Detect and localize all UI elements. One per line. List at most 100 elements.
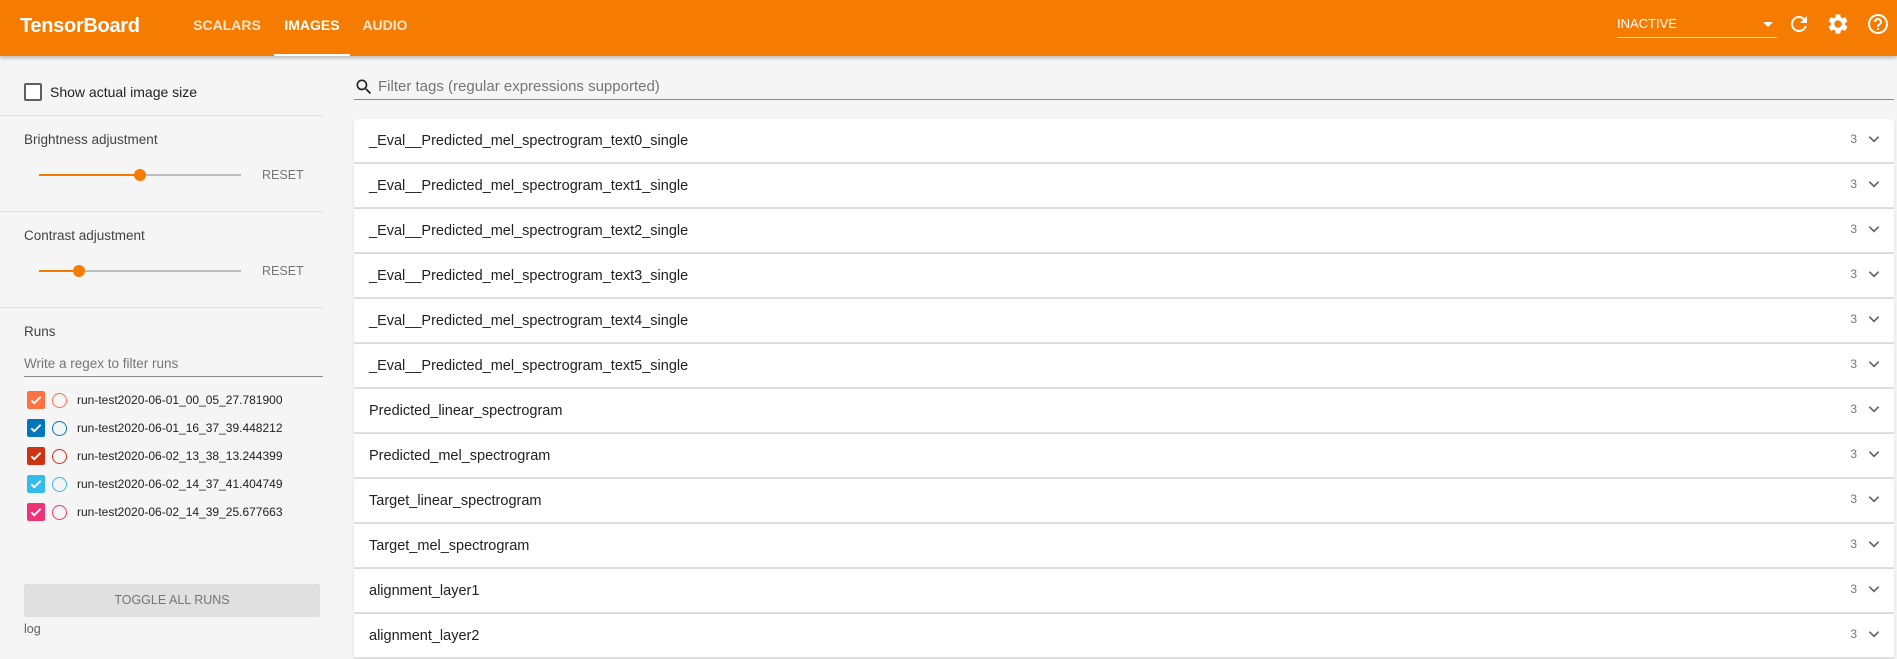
tag-category-card[interactable]: _Eval__Predicted_mel_spectrogram_text0_s… <box>354 119 1894 163</box>
slider-fill <box>39 174 140 176</box>
chevron-down-icon[interactable] <box>1866 491 1882 507</box>
chevron-down-icon[interactable] <box>1866 536 1882 552</box>
run-checkbox[interactable] <box>27 391 45 409</box>
chevron-down-icon[interactable] <box>1866 176 1882 192</box>
tag-count: 3 <box>1850 177 1857 191</box>
tag-count: 3 <box>1850 132 1857 146</box>
tab-label: SCALARS <box>193 17 261 33</box>
tag-category-card[interactable]: _Eval__Predicted_mel_spectrogram_text2_s… <box>354 209 1894 253</box>
chevron-down-icon[interactable] <box>1866 356 1882 372</box>
checkbox-label: Show actual image size <box>50 84 198 100</box>
tag-category-card[interactable]: _Eval__Predicted_mel_spectrogram_text1_s… <box>354 164 1894 208</box>
check-icon <box>30 396 42 405</box>
app-title: TensorBoard <box>20 15 140 37</box>
tag-name: Target_linear_spectrogram <box>369 493 542 509</box>
runs-filter-input[interactable]: Write a regex to filter runs <box>24 355 323 377</box>
tag-count: 3 <box>1850 627 1857 641</box>
run-item[interactable]: run-test2020-06-02_14_39_25.677663 <box>27 502 283 522</box>
tag-category-card[interactable]: Target_mel_spectrogram 3 <box>354 524 1894 568</box>
run-color-circle[interactable] <box>52 448 67 464</box>
run-name: run-test2020-06-02_13_38_13.244399 <box>77 449 283 463</box>
tab-label: AUDIO <box>362 17 408 33</box>
tag-name: _Eval__Predicted_mel_spectrogram_text3_s… <box>369 268 689 284</box>
run-item[interactable]: run-test2020-06-01_16_37_39.448212 <box>27 418 283 438</box>
tag-name: _Eval__Predicted_mel_spectrogram_text2_s… <box>369 223 689 239</box>
tag-name: Predicted_mel_spectrogram <box>369 448 551 464</box>
chevron-down-icon[interactable] <box>1866 221 1882 237</box>
tag-count: 3 <box>1850 402 1857 416</box>
dropdown-arrow-icon <box>1763 22 1773 27</box>
active-tab-indicator <box>274 54 350 56</box>
brightness-reset-button[interactable]: RESET <box>262 168 304 182</box>
tag-name: _Eval__Predicted_mel_spectrogram_text0_s… <box>369 133 689 149</box>
tag-count: 3 <box>1850 447 1857 461</box>
tag-category-card[interactable]: Predicted_mel_spectrogram 3 <box>354 434 1894 478</box>
tag-name: Predicted_linear_spectrogram <box>369 403 563 419</box>
refresh-icon[interactable] <box>1787 12 1811 36</box>
toggle-all-runs-button[interactable]: TOGGLE ALL RUNS <box>24 584 320 617</box>
tag-category-card[interactable]: Predicted_linear_spectrogram 3 <box>354 389 1894 433</box>
tag-count: 3 <box>1850 537 1857 551</box>
slider-knob[interactable] <box>134 169 146 181</box>
run-item[interactable]: run-test2020-06-02_14_37_41.404749 <box>27 474 283 494</box>
search-icon <box>356 79 372 95</box>
run-checkbox[interactable] <box>27 475 45 493</box>
contrast-reset-button[interactable]: RESET <box>262 264 304 278</box>
tab-images[interactable]: IMAGES <box>274 0 350 56</box>
runs-heading: Runs <box>24 324 56 339</box>
run-color-circle[interactable] <box>52 504 67 520</box>
tag-category-card[interactable]: _Eval__Predicted_mel_spectrogram_text5_s… <box>354 344 1894 388</box>
tag-count: 3 <box>1850 312 1857 326</box>
check-icon <box>30 508 42 517</box>
tag-category-card[interactable]: alignment_layer1 3 <box>354 569 1894 613</box>
tag-count: 3 <box>1850 357 1857 371</box>
tag-name: alignment_layer1 <box>369 583 480 599</box>
tab-scalars[interactable]: SCALARS <box>185 0 269 56</box>
tag-name: _Eval__Predicted_mel_spectrogram_text4_s… <box>369 313 689 329</box>
tag-count: 3 <box>1850 267 1857 281</box>
tag-category-card[interactable]: Target_linear_spectrogram 3 <box>354 479 1894 523</box>
check-icon <box>30 480 42 489</box>
run-item[interactable]: run-test2020-06-02_13_38_13.244399 <box>27 446 283 466</box>
chevron-down-icon[interactable] <box>1866 581 1882 597</box>
tag-category-card[interactable]: alignment_layer2 3 <box>354 614 1894 658</box>
run-checkbox[interactable] <box>27 447 45 465</box>
show-actual-size-checkbox[interactable]: Show actual image size <box>24 82 197 102</box>
contrast-slider[interactable] <box>39 261 241 281</box>
tab-audio[interactable]: AUDIO <box>355 0 415 56</box>
run-color-circle[interactable] <box>52 476 67 492</box>
tag-filter-placeholder: Filter tags (regular expressions support… <box>378 78 660 95</box>
run-checkbox[interactable] <box>27 503 45 521</box>
contrast-section: Contrast adjustment RESET <box>0 212 323 308</box>
chevron-down-icon[interactable] <box>1866 626 1882 642</box>
tag-filter-input[interactable]: Filter tags (regular expressions support… <box>354 74 1894 100</box>
image-size-section: Show actual image size <box>0 56 323 116</box>
chevron-down-icon[interactable] <box>1866 311 1882 327</box>
sidebar: Show actual image size Brightness adjust… <box>0 56 323 659</box>
run-name: run-test2020-06-01_00_05_27.781900 <box>77 393 283 407</box>
settings-icon[interactable] <box>1826 12 1850 36</box>
tag-count: 3 <box>1850 492 1857 506</box>
tag-category-card[interactable]: _Eval__Predicted_mel_spectrogram_text3_s… <box>354 254 1894 298</box>
chevron-down-icon[interactable] <box>1866 266 1882 282</box>
help-icon[interactable] <box>1866 12 1890 36</box>
tab-label: IMAGES <box>284 17 340 33</box>
run-name: run-test2020-06-02_14_39_25.677663 <box>77 505 283 519</box>
tag-category-card[interactable]: _Eval__Predicted_mel_spectrogram_text4_s… <box>354 299 1894 343</box>
chevron-down-icon[interactable] <box>1866 131 1882 147</box>
slider-knob[interactable] <box>73 265 86 277</box>
run-color-circle[interactable] <box>52 420 67 436</box>
tag-name: _Eval__Predicted_mel_spectrogram_text1_s… <box>369 178 689 194</box>
run-name: run-test2020-06-02_14_37_41.404749 <box>77 477 283 491</box>
run-checkbox[interactable] <box>27 419 45 437</box>
tag-name: _Eval__Predicted_mel_spectrogram_text5_s… <box>369 358 689 374</box>
run-item[interactable]: run-test2020-06-01_00_05_27.781900 <box>27 390 283 410</box>
run-color-circle[interactable] <box>52 392 67 408</box>
check-icon <box>30 424 42 433</box>
inactive-dashboards-select[interactable]: INACTIVE <box>1617 14 1777 38</box>
tag-name: alignment_layer2 <box>369 628 480 644</box>
selected-value: INACTIVE <box>1617 16 1677 31</box>
chevron-down-icon[interactable] <box>1866 446 1882 462</box>
brightness-slider[interactable] <box>39 165 241 185</box>
chevron-down-icon[interactable] <box>1866 401 1882 417</box>
